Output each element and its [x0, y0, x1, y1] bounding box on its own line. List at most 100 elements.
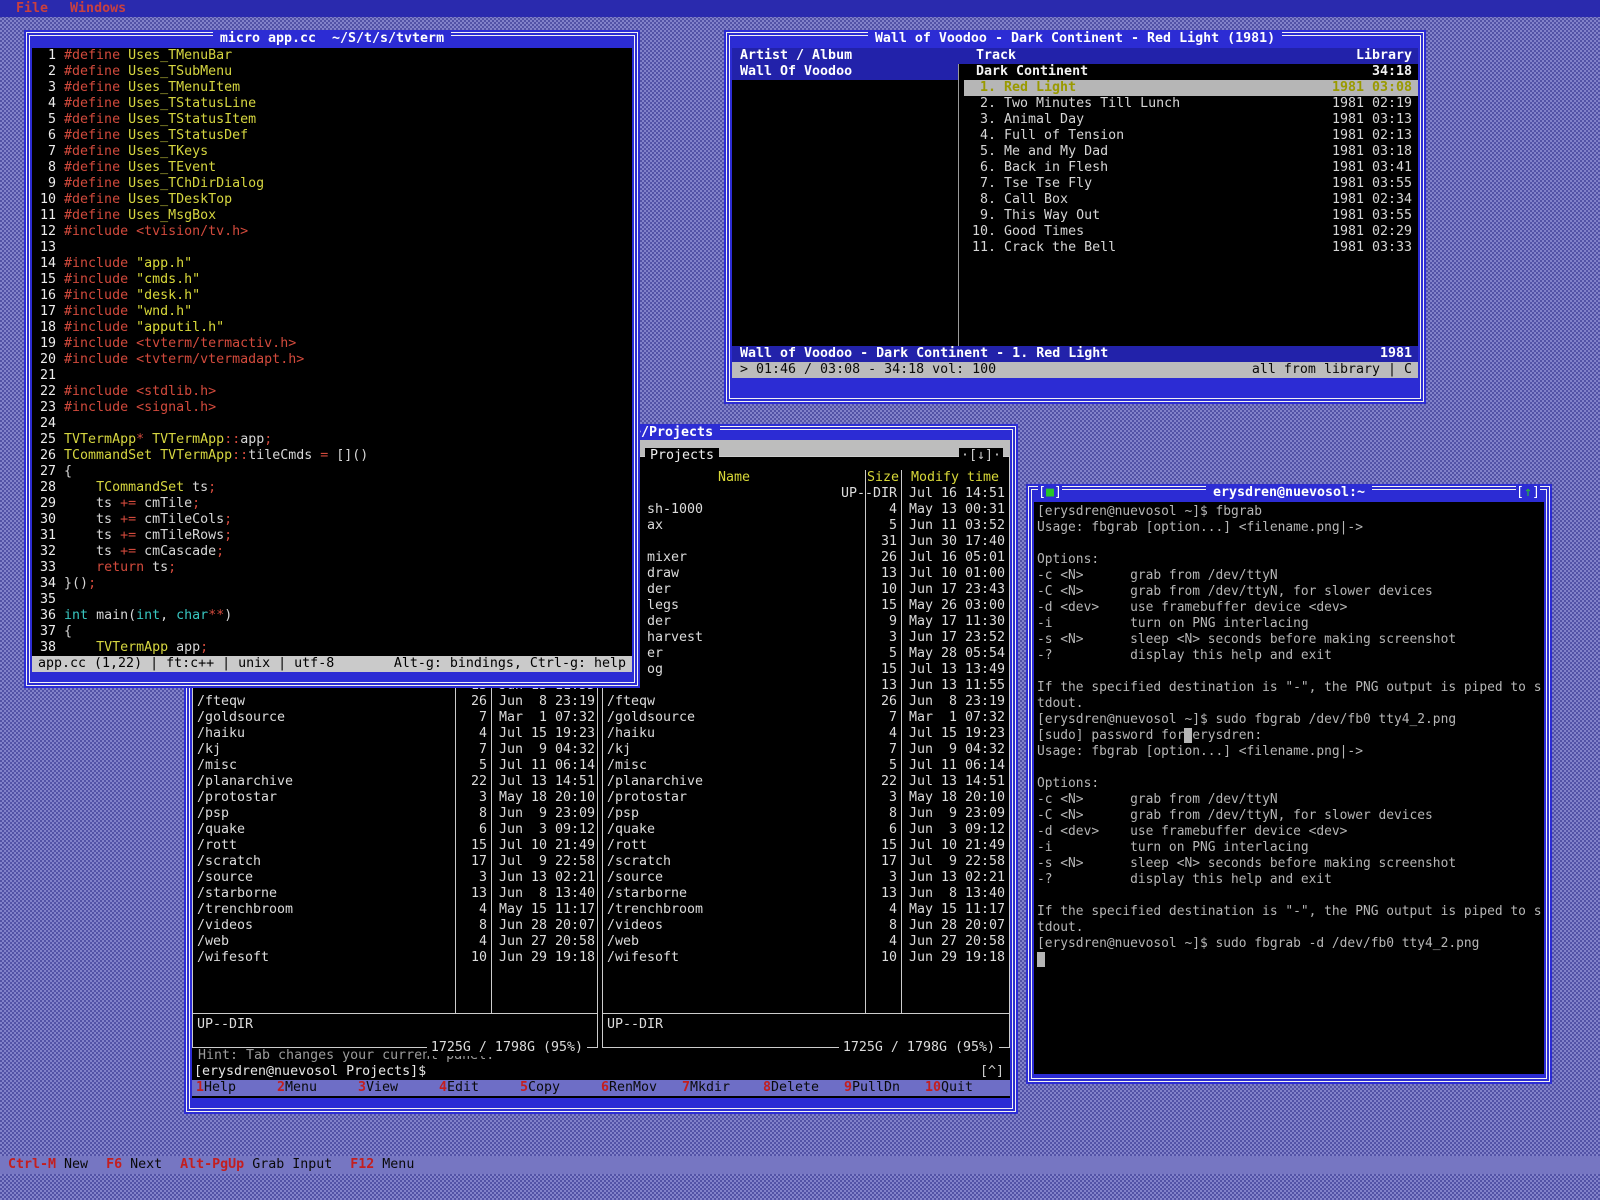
file-row[interactable]: /psp8Jun 9 23:09: [193, 806, 597, 822]
track-row[interactable]: 4. Full of Tension1981 02:13: [964, 128, 1418, 144]
track-row[interactable]: 8. Call Box1981 02:34: [964, 192, 1418, 208]
code-line[interactable]: 36 int main(int, char**): [32, 608, 632, 624]
file-row[interactable]: /fteqw26Jun 8 23:19: [193, 694, 597, 710]
file-row[interactable]: /source3Jun 13 02:21: [603, 870, 1009, 886]
file-row[interactable]: /haiku4Jul 15 19:23: [603, 726, 1009, 742]
file-row[interactable]: /rott15Jul 10 21:49: [193, 838, 597, 854]
mc-header-mtime[interactable]: Modify time: [901, 470, 1009, 486]
file-row[interactable]: /planarchive22Jul 13 14:51: [193, 774, 597, 790]
mc-scroll-marker[interactable]: ·[↓]·: [959, 448, 1003, 464]
file-row[interactable]: /protostar3May 18 20:10: [193, 790, 597, 806]
code-line[interactable]: 3 #define Uses_TMenuItem: [32, 80, 632, 96]
code-line[interactable]: 26 TCommandSet TVTermApp::tileCmds = [](…: [32, 448, 632, 464]
file-row[interactable]: /starborne13Jun 8 13:40: [603, 886, 1009, 902]
function-key-button[interactable]: 9PullDn: [844, 1080, 925, 1096]
file-row[interactable]: /trenchbroom4May 15 11:17: [193, 902, 597, 918]
code-line[interactable]: 25 TVTermApp* TVTermApp::app;: [32, 432, 632, 448]
mc-panel-title[interactable]: Projects: [645, 448, 719, 464]
code-line[interactable]: 19 #include <tvterm/termactiv.h>: [32, 336, 632, 352]
code-line[interactable]: 8 #define Uses_TEvent: [32, 160, 632, 176]
track-row[interactable]: 6. Back in Flesh1981 03:41: [964, 160, 1418, 176]
file-row[interactable]: /misc5Jul 11 06:14: [603, 758, 1009, 774]
file-row[interactable]: /kj7Jun 9 04:32: [193, 742, 597, 758]
code-line[interactable]: 20 #include <tvterm/vtermadapt.h>: [32, 352, 632, 368]
code-line[interactable]: 33 return ts;: [32, 560, 632, 576]
track-row[interactable]: 7. Tse Tse Fly1981 03:55: [964, 176, 1418, 192]
code-line[interactable]: 21: [32, 368, 632, 384]
file-row[interactable]: /trenchbroom4May 15 11:17: [603, 902, 1009, 918]
track-row[interactable]: 11. Crack the Bell1981 03:33: [964, 240, 1418, 256]
code-line[interactable]: 16 #include "desk.h": [32, 288, 632, 304]
file-row[interactable]: /protostar3May 18 20:10: [603, 790, 1009, 806]
file-row[interactable]: /web4Jun 27 20:58: [603, 934, 1009, 950]
file-row[interactable]: /wifesoft10Jun 29 19:18: [193, 950, 597, 966]
code-line[interactable]: 22 #include <stdlib.h>: [32, 384, 632, 400]
file-row[interactable]: /quake6Jun 3 09:12: [603, 822, 1009, 838]
file-row[interactable]: ax5Jun 11 03:52: [603, 518, 1009, 534]
file-row[interactable]: /goldsource7Mar 1 07:32: [603, 710, 1009, 726]
code-line[interactable]: 13: [32, 240, 632, 256]
micro-editor-area[interactable]: 1 #define Uses_TMenuBar 2 #define Uses_T…: [32, 48, 632, 672]
status-key-hint[interactable]: F12 Menu: [350, 1156, 414, 1174]
function-key-button[interactable]: 8Delete: [763, 1080, 844, 1096]
code-line[interactable]: 31 ts += cmTileRows;: [32, 528, 632, 544]
function-key-button[interactable]: 6RenMov: [601, 1080, 682, 1096]
code-line[interactable]: 12 #include <tvision/tv.h>: [32, 224, 632, 240]
function-key-button[interactable]: 1Help: [196, 1080, 277, 1096]
track-row[interactable]: 9. This Way Out1981 03:55: [964, 208, 1418, 224]
code-line[interactable]: 1 #define Uses_TMenuBar: [32, 48, 632, 64]
file-row[interactable]: draw13Jul 10 01:00: [603, 566, 1009, 582]
code-line[interactable]: 7 #define Uses_TKeys: [32, 144, 632, 160]
code-line[interactable]: 14 #include "app.h": [32, 256, 632, 272]
code-line[interactable]: 34 }();: [32, 576, 632, 592]
close-button[interactable]: [■]: [1038, 485, 1062, 501]
window-music-player[interactable]: Wall of Voodoo - Dark Continent - Red Li…: [724, 30, 1426, 404]
file-row[interactable]: og15Jul 13 13:49: [603, 662, 1009, 678]
file-row[interactable]: legs15May 26 03:00: [603, 598, 1009, 614]
window-micro-editor[interactable]: micro app.cc ~/S/t/s/tvterm 1 #define Us…: [24, 30, 640, 688]
file-row[interactable]: /rott15Jul 10 21:49: [603, 838, 1009, 854]
file-row[interactable]: /web4Jun 27 20:58: [193, 934, 597, 950]
status-key-hint[interactable]: F6 Next: [106, 1156, 162, 1174]
file-row[interactable]: /haiku4Jul 15 19:23: [193, 726, 597, 742]
terminal-screen[interactable]: [erysdren@nuevosol ~]$ fbgrabUsage: fbgr…: [1034, 502, 1544, 1074]
file-row[interactable]: /scratch17Jul 9 22:58: [603, 854, 1009, 870]
code-line[interactable]: 17 #include "wnd.h": [32, 304, 632, 320]
file-row[interactable]: /misc5Jul 11 06:14: [193, 758, 597, 774]
file-row[interactable]: /planarchive22Jul 13 14:51: [603, 774, 1009, 790]
file-row[interactable]: /wifesoft10Jun 29 19:18: [603, 950, 1009, 966]
function-key-button[interactable]: 3View: [358, 1080, 439, 1096]
file-row[interactable]: sh-10004May 13 00:31: [603, 502, 1009, 518]
mc-header-size[interactable]: Size: [865, 470, 901, 486]
album-row[interactable]: Dark Continent 34:18: [966, 64, 1418, 80]
window-terminal[interactable]: erysdren@nuevosol:~ [■] [↑] [erysdren@nu…: [1026, 484, 1552, 1084]
menu-file[interactable]: File: [16, 1, 48, 16]
track-row[interactable]: 3. Animal Day1981 03:13: [964, 112, 1418, 128]
code-line[interactable]: 28 TCommandSet ts;: [32, 480, 632, 496]
menu-windows[interactable]: Windows: [70, 1, 126, 16]
code-line[interactable]: 30 ts += cmTileCols;: [32, 512, 632, 528]
status-key-hint[interactable]: Ctrl-M New: [8, 1156, 88, 1174]
mc-history-button[interactable]: [^]: [980, 1064, 1004, 1080]
function-key-button[interactable]: 7Mkdir: [682, 1080, 763, 1096]
file-row[interactable]: mixer26Jul 16 05:01: [603, 550, 1009, 566]
file-row[interactable]: UP--DIRJul 16 14:51: [603, 486, 1009, 502]
file-row[interactable]: /goldsource7Mar 1 07:32: [193, 710, 597, 726]
file-row[interactable]: 13Jun 13 11:55: [603, 678, 1009, 694]
code-line[interactable]: 38 TVTermApp app;: [32, 640, 632, 656]
file-row[interactable]: /videos8Jun 28 20:07: [603, 918, 1009, 934]
function-key-button[interactable]: 4Edit: [439, 1080, 520, 1096]
code-line[interactable]: 35: [32, 592, 632, 608]
file-row[interactable]: /starborne13Jun 8 13:40: [193, 886, 597, 902]
file-row[interactable]: der9May 17 11:30: [603, 614, 1009, 630]
code-line[interactable]: 2 #define Uses_TSubMenu: [32, 64, 632, 80]
file-row[interactable]: /source3Jun 13 02:21: [193, 870, 597, 886]
track-row[interactable]: 2. Two Minutes Till Lunch1981 02:19: [964, 96, 1418, 112]
track-row[interactable]: 5. Me and My Dad1981 03:18: [964, 144, 1418, 160]
function-key-button[interactable]: 2Menu: [277, 1080, 358, 1096]
code-line[interactable]: 23 #include <signal.h>: [32, 400, 632, 416]
code-line[interactable]: 11 #define Uses_MsgBox: [32, 208, 632, 224]
file-row[interactable]: der10Jun 17 23:43: [603, 582, 1009, 598]
file-row[interactable]: /kj7Jun 9 04:32: [603, 742, 1009, 758]
file-row[interactable]: /fteqw26Jun 8 23:19: [603, 694, 1009, 710]
